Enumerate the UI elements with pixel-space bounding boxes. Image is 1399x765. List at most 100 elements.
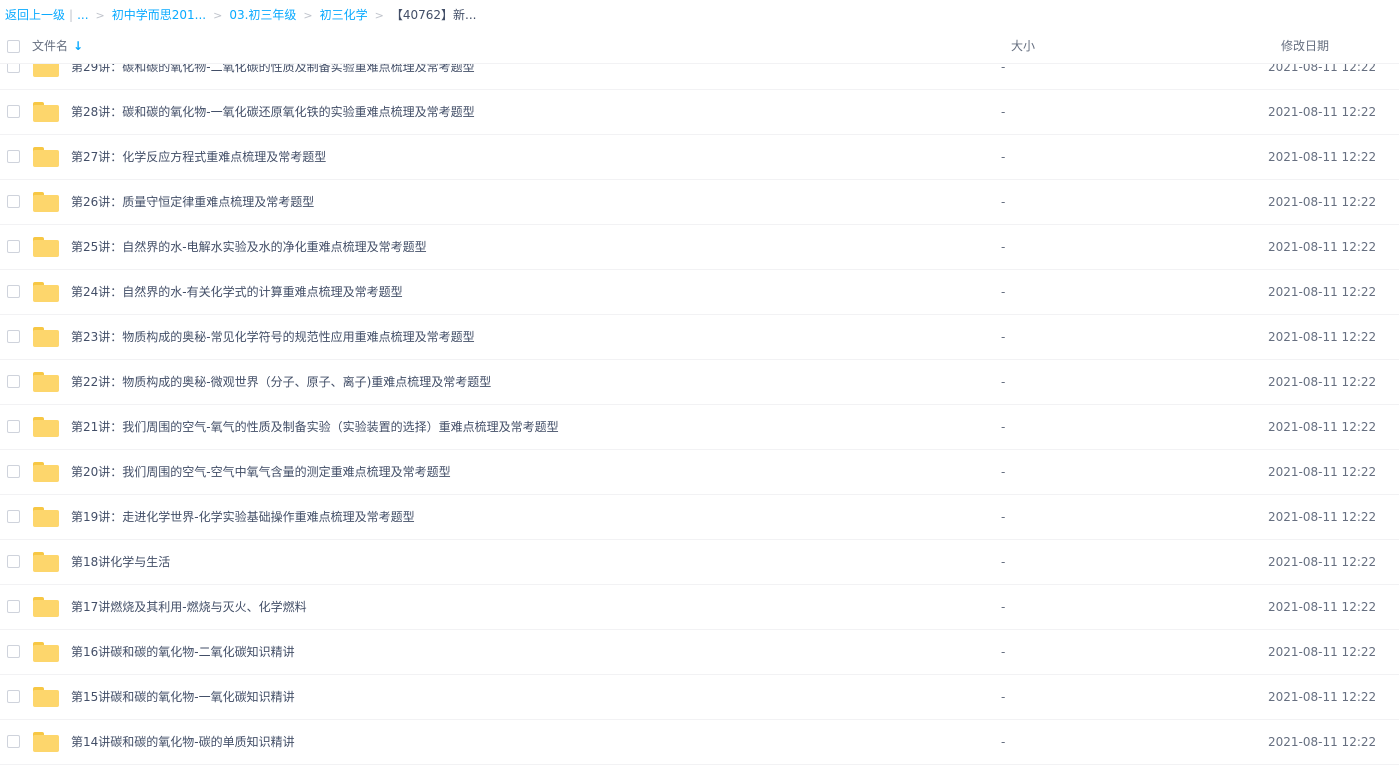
row-checkbox[interactable] [7, 645, 20, 658]
row-checkbox[interactable] [7, 420, 20, 433]
breadcrumb-item-3[interactable]: 初三化学 [320, 8, 368, 22]
file-row[interactable]: 第24讲：自然界的水-有关化学式的计算重难点梳理及常考题型 - 2021-08-… [0, 270, 1399, 315]
row-checkbox[interactable] [7, 510, 20, 523]
file-row[interactable]: 第15讲碳和碳的氧化物-一氧化碳知识精讲 - 2021-08-11 12:22 [0, 675, 1399, 720]
breadcrumb-pipe: | [69, 8, 74, 22]
folder-icon[interactable] [33, 372, 59, 392]
breadcrumb-item-2[interactable]: 03.初三年级 [229, 8, 296, 22]
file-name[interactable]: 第15讲碳和碳的氧化物-一氧化碳知识精讲 [71, 675, 295, 719]
row-checkbox[interactable] [7, 195, 20, 208]
file-list[interactable]: 第29讲：碳和碳的氧化物-二氧化碳的性质及制备实验重难点梳理及常考题型 - 20… [0, 64, 1399, 765]
file-name[interactable]: 第23讲：物质构成的奥秘-常见化学符号的规范性应用重难点梳理及常考题型 [71, 315, 475, 359]
file-size: - [1001, 105, 1006, 119]
file-row[interactable]: 第18讲化学与生活 - 2021-08-11 12:22 [0, 540, 1399, 585]
breadcrumb-separator: > [213, 9, 223, 22]
file-date: 2021-08-11 12:22 [1268, 465, 1377, 479]
row-checkbox[interactable] [7, 330, 20, 343]
folder-icon[interactable] [33, 462, 59, 482]
row-checkbox[interactable] [7, 690, 20, 703]
file-date: 2021-08-11 12:22 [1268, 330, 1377, 344]
file-name[interactable]: 第18讲化学与生活 [71, 540, 170, 584]
file-size: - [1001, 465, 1006, 479]
file-name[interactable]: 第16讲碳和碳的氧化物-二氧化碳知识精讲 [71, 630, 295, 674]
back-link[interactable]: 返回上一级 [5, 8, 65, 22]
folder-icon[interactable] [33, 237, 59, 257]
file-row[interactable]: 第20讲：我们周围的空气-空气中氧气含量的测定重难点梳理及常考题型 - 2021… [0, 450, 1399, 495]
folder-icon[interactable] [33, 102, 59, 122]
row-checkbox[interactable] [7, 600, 20, 613]
file-name[interactable]: 第26讲：质量守恒定律重难点梳理及常考题型 [71, 180, 314, 224]
file-row[interactable]: 第25讲：自然界的水-电解水实验及水的净化重难点梳理及常考题型 - 2021-0… [0, 225, 1399, 270]
file-list-header: 文件名 ↓ 大小 修改日期 [0, 30, 1399, 64]
file-name[interactable]: 第14讲碳和碳的氧化物-碳的单质知识精讲 [71, 720, 295, 764]
breadcrumb-separator: > [374, 9, 384, 22]
row-checkbox[interactable] [7, 375, 20, 388]
file-row[interactable]: 第23讲：物质构成的奥秘-常见化学符号的规范性应用重难点梳理及常考题型 - 20… [0, 315, 1399, 360]
folder-icon[interactable] [33, 552, 59, 572]
file-row[interactable]: 第16讲碳和碳的氧化物-二氧化碳知识精讲 - 2021-08-11 12:22 [0, 630, 1399, 675]
folder-icon[interactable] [33, 192, 59, 212]
file-date: 2021-08-11 12:22 [1268, 64, 1377, 74]
folder-icon[interactable] [33, 282, 59, 302]
file-name[interactable]: 第29讲：碳和碳的氧化物-二氧化碳的性质及制备实验重难点梳理及常考题型 [71, 64, 475, 89]
column-date-header[interactable]: 修改日期 [1281, 30, 1329, 62]
file-size: - [1001, 64, 1006, 74]
breadcrumb-ellipsis[interactable]: ... [77, 8, 88, 22]
file-date: 2021-08-11 12:22 [1268, 105, 1377, 119]
file-size: - [1001, 645, 1006, 659]
row-checkbox[interactable] [7, 465, 20, 478]
file-row[interactable]: 第26讲：质量守恒定律重难点梳理及常考题型 - 2021-08-11 12:22 [0, 180, 1399, 225]
file-date: 2021-08-11 12:22 [1268, 645, 1377, 659]
file-name[interactable]: 第19讲：走进化学世界-化学实验基础操作重难点梳理及常考题型 [71, 495, 415, 539]
file-size: - [1001, 375, 1006, 389]
select-all-checkbox[interactable] [7, 40, 20, 53]
file-row[interactable]: 第27讲：化学反应方程式重难点梳理及常考题型 - 2021-08-11 12:2… [0, 135, 1399, 180]
folder-icon[interactable] [33, 687, 59, 707]
file-row[interactable]: 第22讲：物质构成的奥秘-微观世界（分子、原子、离子)重难点梳理及常考题型 - … [0, 360, 1399, 405]
row-checkbox[interactable] [7, 64, 20, 73]
file-name[interactable]: 第25讲：自然界的水-电解水实验及水的净化重难点梳理及常考题型 [71, 225, 427, 269]
file-name[interactable]: 第27讲：化学反应方程式重难点梳理及常考题型 [71, 135, 326, 179]
folder-icon[interactable] [33, 147, 59, 167]
file-name[interactable]: 第22讲：物质构成的奥秘-微观世界（分子、原子、离子)重难点梳理及常考题型 [71, 360, 491, 404]
file-size: - [1001, 240, 1006, 254]
file-name[interactable]: 第17讲燃烧及其利用-燃烧与灭火、化学燃料 [71, 585, 307, 629]
row-checkbox[interactable] [7, 105, 20, 118]
row-checkbox[interactable] [7, 735, 20, 748]
folder-icon[interactable] [33, 642, 59, 662]
file-name[interactable]: 第24讲：自然界的水-有关化学式的计算重难点梳理及常考题型 [71, 270, 403, 314]
row-checkbox[interactable] [7, 150, 20, 163]
arrow-down-icon[interactable]: ↓ [73, 39, 83, 53]
file-date: 2021-08-11 12:22 [1268, 420, 1377, 434]
folder-icon[interactable] [33, 507, 59, 527]
file-row[interactable]: 第29讲：碳和碳的氧化物-二氧化碳的性质及制备实验重难点梳理及常考题型 - 20… [0, 64, 1399, 90]
file-row[interactable]: 第19讲：走进化学世界-化学实验基础操作重难点梳理及常考题型 - 2021-08… [0, 495, 1399, 540]
column-name-label: 文件名 [32, 39, 69, 53]
folder-icon[interactable] [33, 417, 59, 437]
file-rows: 第29讲：碳和碳的氧化物-二氧化碳的性质及制备实验重难点梳理及常考题型 - 20… [0, 64, 1399, 765]
file-name[interactable]: 第20讲：我们周围的空气-空气中氧气含量的测定重难点梳理及常考题型 [71, 450, 451, 494]
row-checkbox[interactable] [7, 285, 20, 298]
folder-icon[interactable] [33, 732, 59, 752]
file-date: 2021-08-11 12:22 [1268, 150, 1377, 164]
file-row[interactable]: 第17讲燃烧及其利用-燃烧与灭火、化学燃料 - 2021-08-11 12:22 [0, 585, 1399, 630]
file-name[interactable]: 第28讲：碳和碳的氧化物-一氧化碳还原氧化铁的实验重难点梳理及常考题型 [71, 90, 475, 134]
file-date: 2021-08-11 12:22 [1268, 195, 1377, 209]
file-row[interactable]: 第14讲碳和碳的氧化物-碳的单质知识精讲 - 2021-08-11 12:22 [0, 720, 1399, 765]
file-row[interactable]: 第21讲：我们周围的空气-氧气的性质及制备实验（实验装置的选择）重难点梳理及常考… [0, 405, 1399, 450]
column-size-header[interactable]: 大小 [1011, 30, 1035, 62]
folder-icon[interactable] [33, 327, 59, 347]
breadcrumb: 返回上一级 |... > 初中学而思201... >03.初三年级 > 初三化学 > 【4076… [5, 0, 476, 30]
breadcrumb-item-1[interactable]: 初中学而思201... [112, 8, 206, 22]
file-date: 2021-08-11 12:22 [1268, 510, 1377, 524]
column-name-header[interactable]: 文件名 ↓ [32, 30, 83, 62]
file-date: 2021-08-11 12:22 [1268, 555, 1377, 569]
file-name[interactable]: 第21讲：我们周围的空气-氧气的性质及制备实验（实验装置的选择）重难点梳理及常考… [71, 405, 559, 449]
file-size: - [1001, 420, 1006, 434]
row-checkbox[interactable] [7, 555, 20, 568]
file-row[interactable]: 第28讲：碳和碳的氧化物-一氧化碳还原氧化铁的实验重难点梳理及常考题型 - 20… [0, 90, 1399, 135]
file-date: 2021-08-11 12:22 [1268, 735, 1377, 749]
folder-icon[interactable] [33, 64, 59, 77]
folder-icon[interactable] [33, 597, 59, 617]
row-checkbox[interactable] [7, 240, 20, 253]
